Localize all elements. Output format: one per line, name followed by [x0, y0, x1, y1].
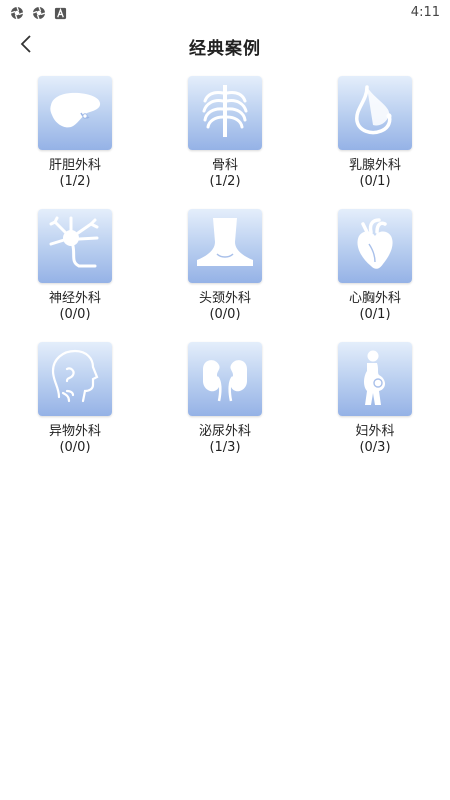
app-bar: 经典案例 [0, 24, 450, 68]
notification-a-icon [54, 5, 68, 20]
ribcage-icon [195, 81, 255, 145]
status-icons [10, 5, 68, 20]
case-count: (1/2) [59, 174, 91, 189]
page-title: 经典案例 [189, 38, 261, 59]
breast-icon [345, 81, 405, 145]
case-count: (1/2) [209, 174, 241, 189]
pregnant-woman-icon [345, 347, 405, 411]
case-name: 泌尿外科 [198, 424, 251, 439]
case-name: 乳腺外科 [348, 158, 401, 173]
case-tile [338, 342, 412, 416]
case-count: (1/3) [209, 440, 241, 455]
case-count: (0/0) [59, 307, 91, 322]
status-bar: 4:11 [0, 0, 450, 24]
case-item-foreign-body[interactable]: 异物外科 (0/0) [0, 342, 150, 475]
case-tile [38, 342, 112, 416]
case-tile [188, 342, 262, 416]
status-time: 4:11 [410, 4, 440, 20]
case-category-grid: 肝胆外科 (1/2) 骨科 (1/2) 乳腺外科 (0/1) 神经外科 (0/0… [0, 76, 450, 475]
back-button[interactable] [10, 30, 42, 62]
case-name: 神经外科 [48, 291, 101, 306]
neuron-icon [45, 214, 105, 278]
case-count: (0/1) [359, 174, 391, 189]
heart-icon [345, 214, 405, 278]
case-item-urology[interactable]: 泌尿外科 (1/3) [150, 342, 300, 475]
case-name: 头颈外科 [198, 291, 251, 306]
case-item-hepatobiliary[interactable]: 肝胆外科 (1/2) [0, 76, 150, 209]
aperture-icon [10, 5, 24, 20]
case-name: 妇外科 [355, 424, 395, 439]
case-item-breast-surgery[interactable]: 乳腺外科 (0/1) [300, 76, 450, 209]
case-tile [38, 76, 112, 150]
case-item-gynecology[interactable]: 妇外科 (0/3) [300, 342, 450, 475]
case-item-head-neck[interactable]: 头颈外科 (0/0) [150, 209, 300, 342]
case-count: (0/0) [59, 440, 91, 455]
case-name: 肝胆外科 [48, 158, 101, 173]
kidneys-icon [195, 347, 255, 411]
case-count: (0/1) [359, 307, 391, 322]
case-count: (0/0) [209, 307, 241, 322]
case-item-orthopedics[interactable]: 骨科 (1/2) [150, 76, 300, 209]
neck-icon [195, 214, 255, 278]
case-count: (0/3) [359, 440, 391, 455]
case-tile [188, 209, 262, 283]
case-item-cardiothoracic[interactable]: 心胸外科 (0/1) [300, 209, 450, 342]
case-tile [338, 76, 412, 150]
case-tile [38, 209, 112, 283]
chevron-left-icon [19, 34, 33, 58]
head-profile-icon [45, 347, 105, 411]
case-name: 异物外科 [48, 424, 101, 439]
case-name: 骨科 [211, 158, 238, 173]
case-tile [338, 209, 412, 283]
liver-icon [45, 81, 105, 145]
aperture-icon [32, 5, 46, 20]
case-tile [188, 76, 262, 150]
case-name: 心胸外科 [348, 291, 401, 306]
case-item-neurosurgery[interactable]: 神经外科 (0/0) [0, 209, 150, 342]
